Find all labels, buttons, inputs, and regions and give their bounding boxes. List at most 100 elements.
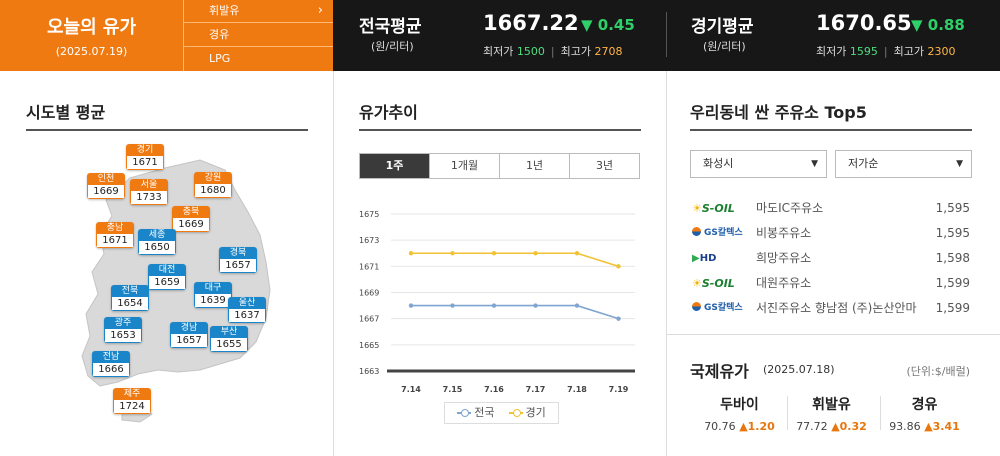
region-price: 1724: [113, 400, 151, 414]
sort-select[interactable]: 저가순 ▼: [835, 150, 972, 178]
intl-oil-title: 국제유가: [690, 362, 749, 381]
title-underline: [26, 129, 308, 131]
region-price: 1680: [194, 184, 232, 198]
data-point: [616, 264, 621, 269]
region-price: 1653: [104, 329, 142, 343]
station-row[interactable]: ☀S-OIL 마도IC주유소 1,595: [690, 196, 972, 221]
tab-1-week[interactable]: 1주: [360, 154, 430, 178]
x-tick-label: 7.15: [443, 385, 463, 394]
chevron-right-icon: ›: [317, 3, 323, 18]
station-row[interactable]: GS칼텍스 비봉주유소 1,595: [690, 221, 972, 246]
region-select[interactable]: 화성시 ▼: [690, 150, 827, 178]
region-badge[interactable]: 전북 1654: [111, 285, 149, 311]
caret-down-icon: ▼: [956, 159, 963, 169]
station-price: 1,595: [935, 226, 970, 240]
national-average-change: ▼ 0.45: [581, 16, 635, 34]
region-badge[interactable]: 제주 1724: [113, 388, 151, 414]
today-date: (2025.07.19): [55, 45, 128, 58]
region-name: 전북: [111, 285, 149, 297]
intl-value: 77.72: [796, 420, 828, 433]
title-underline: [359, 129, 641, 131]
fuel-menu-gasoline[interactable]: 휘발유 ›: [184, 0, 333, 23]
intl-oil-date: (2025.07.18): [763, 363, 835, 376]
tab-1-year[interactable]: 1년: [500, 154, 570, 178]
min-value: 1595: [849, 45, 878, 58]
series-line-gyeonggi: [411, 252, 619, 268]
top5-title: 우리동네 싼 주유소 Top5: [690, 103, 867, 122]
station-name: 서진주유소 향남점 (주)논산안마: [756, 301, 917, 315]
data-point: [574, 251, 580, 256]
y-tick-label: 1669: [359, 289, 379, 298]
trend-title: 유가추이: [359, 103, 418, 122]
region-badge[interactable]: 대구 1639: [194, 282, 232, 308]
fuel-menu-lpg[interactable]: LPG: [184, 48, 333, 71]
max-label: 최고가: [560, 45, 591, 58]
region-badge[interactable]: 충북 1669: [172, 206, 210, 232]
data-point: [408, 303, 414, 308]
station-row[interactable]: ☀S-OIL 대원주유소 1,599: [690, 271, 972, 296]
station-name: 마도IC주유소: [756, 201, 824, 215]
period-tabs: 1주 1개월 1년 3년: [359, 153, 640, 179]
region-badge[interactable]: 인천 1669: [87, 173, 125, 199]
region-badge[interactable]: 강원 1680: [194, 172, 232, 198]
brand-logo: ☀S-OIL: [692, 277, 735, 290]
gyeonggi-average-unit: (원/리터): [703, 40, 746, 53]
legend-label-gyeonggi: 경기: [525, 406, 546, 419]
region-price: 1657: [219, 259, 257, 273]
national-average-unit: (원/리터): [371, 40, 414, 53]
series-line-national: [411, 304, 619, 320]
station-name: 대원주유소: [756, 276, 812, 290]
region-badge[interactable]: 충남 1671: [96, 222, 134, 248]
intl-oil-unit: (단위:$/배럴): [906, 365, 970, 378]
region-badge[interactable]: 경기 1671: [126, 144, 164, 170]
tab-1-month[interactable]: 1개월: [430, 154, 500, 178]
today-price-box: 오늘의 유가 (2025.07.19): [0, 0, 183, 71]
caret-down-icon: ▼: [811, 159, 818, 169]
region-badge[interactable]: 부산 1655: [210, 326, 248, 352]
region-price: 1655: [210, 338, 248, 352]
region-badge[interactable]: 경남 1657: [170, 322, 208, 348]
panel-divider: [333, 71, 334, 456]
y-tick-label: 1663: [359, 367, 379, 376]
region-badge[interactable]: 전남 1666: [92, 351, 130, 377]
data-point: [450, 303, 455, 308]
title-underline: [690, 129, 972, 131]
data-point: [533, 251, 538, 256]
data-point: [450, 251, 455, 256]
section-divider: [666, 334, 1000, 335]
x-tick-label: 7.17: [526, 385, 546, 394]
max-value: 2708: [594, 45, 623, 58]
region-name: 세종: [138, 229, 176, 241]
max-label: 최고가: [893, 45, 924, 58]
station-price: 1,598: [935, 251, 970, 265]
intl-value: 70.76: [704, 420, 736, 433]
region-badge[interactable]: 광주 1653: [104, 317, 142, 343]
min-value: 1500: [516, 45, 545, 58]
station-name: 희망주유소: [756, 251, 812, 265]
national-min-max: 최저가 1500 | 최고가 2708: [483, 45, 623, 58]
region-name: 서울: [130, 179, 168, 191]
fuel-menu-label: 경유: [209, 28, 230, 41]
station-row[interactable]: ▶HD 희망주유소 1,598: [690, 246, 972, 271]
region-price: 1733: [130, 191, 168, 205]
gyeonggi-average-title: 경기평균: [691, 17, 754, 37]
region-badge[interactable]: 세종 1650: [138, 229, 176, 255]
region-name: 대전: [148, 264, 186, 276]
x-tick-label: 7.18: [567, 385, 587, 394]
data-point: [574, 303, 580, 308]
fuel-menu-diesel[interactable]: 경유: [184, 24, 333, 47]
region-price: 1666: [92, 363, 130, 377]
intl-change: ▲3.41: [924, 420, 960, 433]
region-name: 제주: [113, 388, 151, 400]
fuel-menu-label: LPG: [209, 52, 231, 65]
intl-gasoline: 휘발유 77.72 ▲0.32: [784, 394, 879, 433]
gyeonggi-average-price: 1670.65: [816, 11, 912, 35]
region-badge[interactable]: 울산 1637: [228, 297, 266, 323]
national-average: 전국평균 (원/리터) 1667.22 ▼ 0.45 최저가 1500 | 최고가 …: [333, 0, 666, 71]
station-row[interactable]: GS칼텍스 서진주유소 향남점 (주)논산안마 1,599: [690, 296, 972, 321]
region-badge[interactable]: 서울 1733: [130, 179, 168, 205]
region-badge[interactable]: 대전 1659: [148, 264, 186, 290]
region-badge[interactable]: 경북 1657: [219, 247, 257, 273]
tab-3-years[interactable]: 3년: [570, 154, 639, 178]
intl-change: ▲1.20: [739, 420, 775, 433]
